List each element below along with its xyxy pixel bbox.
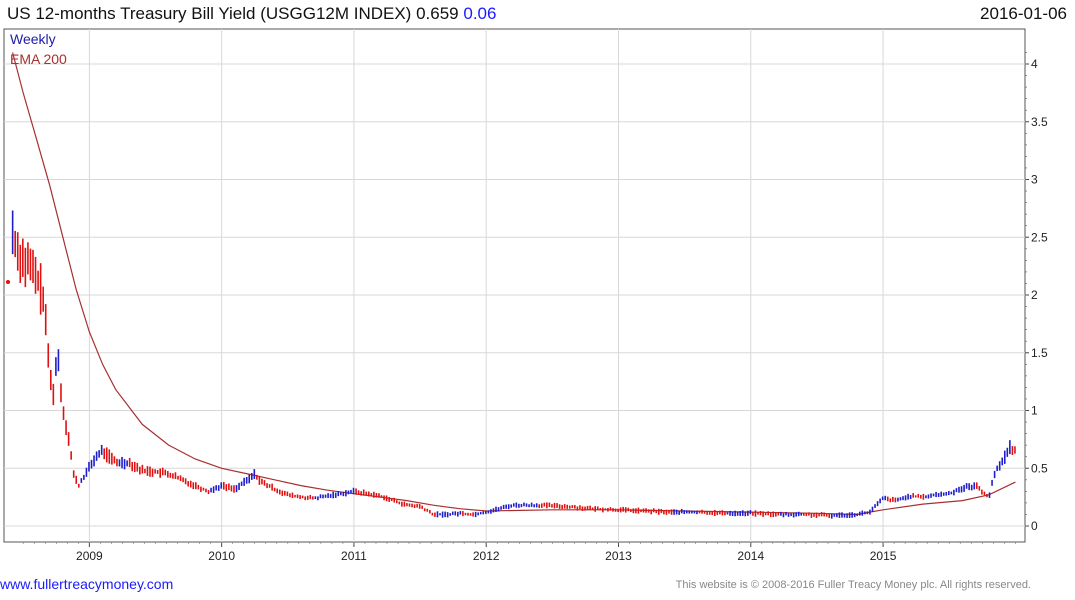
change-value: 0.06 (463, 4, 497, 23)
chart-title: US 12-months Treasury Bill Yield (USGG12… (7, 4, 496, 24)
x-tick-label: 2013 (605, 549, 632, 563)
legend-ema: EMA 200 (10, 51, 67, 67)
y-tick-label: 2.5 (1031, 230, 1048, 244)
title-text: US 12-months Treasury Bill Yield (USGG12… (7, 4, 459, 23)
site-link[interactable]: www.fullertreacymoney.com (0, 576, 173, 592)
x-axis: 2009 2010 2011 2012 2013 2014 2015 (22, 542, 1016, 563)
y-tick-label: 1 (1031, 404, 1038, 418)
y-tick-label: 1.5 (1031, 346, 1048, 360)
copyright-notice: This website is © 2008-2016 Fuller Treac… (675, 579, 1031, 591)
y-tick-label: 0 (1031, 519, 1038, 533)
y-tick-label: 3.5 (1031, 115, 1048, 129)
y-tick-label: 2 (1031, 288, 1038, 302)
x-tick-label: 2009 (76, 549, 103, 563)
x-tick-label: 2015 (870, 549, 897, 563)
y-tick-label: 3 (1031, 173, 1038, 187)
x-tick-label: 2012 (473, 549, 500, 563)
y-axis: 0 0.5 1 1.5 2 2.5 3 3.5 4 (1025, 52, 1048, 533)
x-tick-label: 2011 (341, 549, 367, 563)
start-dot (6, 280, 10, 284)
y-tick-label: 0.5 (1031, 461, 1048, 475)
legend-weekly: Weekly (10, 31, 56, 47)
chart-date: 2016-01-06 (980, 4, 1067, 23)
price-chart: 00.511.522.533.54 2009 2010 2011 2012 2013 20… (3, 28, 1048, 563)
y-tick-label: 4 (1031, 57, 1038, 71)
plot-frame (3, 28, 1026, 543)
x-tick-label: 2010 (208, 549, 235, 563)
x-tick-label: 2014 (737, 549, 764, 563)
